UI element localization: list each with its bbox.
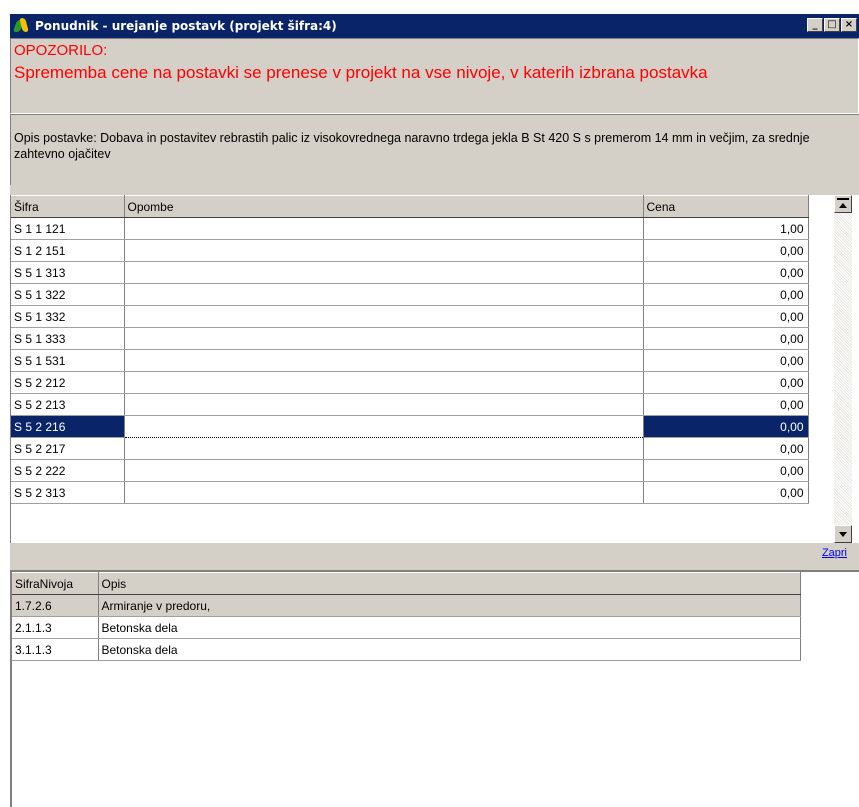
table-row[interactable]: S 5 2 217 0,00: [11, 437, 809, 460]
cell-cena[interactable]: 0,00: [643, 349, 809, 372]
table-row[interactable]: S 5 1 322 0,00: [11, 283, 809, 306]
window-title: Ponudnik - urejanje postavk (projekt šif…: [35, 19, 337, 33]
cell-opombe[interactable]: [124, 349, 644, 372]
scroll-top-line-icon: [837, 198, 849, 200]
column-header-opombe[interactable]: Opombe: [124, 195, 644, 218]
cell-sifra[interactable]: S 5 2 212: [11, 371, 125, 394]
cell-opombe[interactable]: [124, 415, 644, 438]
cell-sifra[interactable]: S 5 1 322: [11, 283, 125, 306]
app-window: Ponudnik - urejanje postavk (projekt šif…: [10, 14, 859, 807]
cell-cena[interactable]: 0,00: [643, 261, 809, 284]
cell-opis[interactable]: Armiranje v predoru,: [98, 594, 801, 617]
levels-grid: SifraNivoja Opis 1.7.2.6 Armiranje v pred…: [10, 570, 859, 807]
close-link[interactable]: Zapri: [822, 547, 847, 559]
cell-opombe[interactable]: [124, 217, 644, 240]
cell-cena[interactable]: 0,00: [643, 283, 809, 306]
cell-sifra[interactable]: S 1 1 121: [11, 217, 125, 240]
item-description: Opis postavke: Dobava in postavitev rebr…: [14, 131, 810, 161]
table-row[interactable]: S 5 2 313 0,00: [11, 481, 809, 504]
cell-opombe[interactable]: [124, 261, 644, 284]
title-bar[interactable]: Ponudnik - urejanje postavk (projekt šif…: [10, 14, 859, 38]
warning-heading: OPOZORILO:: [14, 42, 108, 59]
column-header-cena[interactable]: Cena: [643, 195, 809, 218]
close-button[interactable]: ×: [841, 18, 857, 32]
cell-opis[interactable]: Betonska dela: [98, 616, 801, 639]
column-header-sifra[interactable]: Šifra: [11, 195, 125, 218]
cell-sifra[interactable]: S 1 2 151: [11, 239, 125, 262]
cell-cena[interactable]: 0,00: [643, 459, 809, 482]
cell-cena[interactable]: 0,00: [643, 327, 809, 350]
table-row[interactable]: S 5 1 333 0,00: [11, 327, 809, 350]
cell-sifra[interactable]: S 5 1 531: [11, 349, 125, 372]
cell-cena[interactable]: 1,00: [643, 217, 809, 240]
warning-panel: OPOZORILO: Sprememba cene na postavki se…: [10, 38, 859, 114]
table-row[interactable]: S 5 2 222 0,00: [11, 459, 809, 482]
cell-sifra[interactable]: S 5 2 216: [11, 415, 125, 438]
cell-cena[interactable]: 0,00: [643, 393, 809, 416]
cell-opombe[interactable]: [124, 481, 644, 504]
column-header-opis[interactable]: Opis: [98, 572, 801, 595]
close-bar: Zapri: [10, 543, 859, 565]
scroll-up-button[interactable]: [834, 195, 852, 213]
table-row[interactable]: S 5 1 531 0,00: [11, 349, 809, 372]
table-row[interactable]: S 5 2 216 0,00: [11, 415, 809, 438]
cell-sifra[interactable]: S 5 2 313: [11, 481, 125, 504]
cell-cena[interactable]: 0,00: [643, 481, 809, 504]
table-row[interactable]: S 5 1 332 0,00: [11, 305, 809, 328]
table-row[interactable]: S 5 2 212 0,00: [11, 371, 809, 394]
table-row[interactable]: 2.1.1.3 Betonska dela: [12, 616, 801, 639]
maximize-button[interactable]: □: [824, 18, 840, 32]
cell-sifra[interactable]: S 5 1 332: [11, 305, 125, 328]
scroll-down-button[interactable]: [834, 525, 852, 543]
cell-sifra[interactable]: S 5 2 217: [11, 437, 125, 460]
app-logo-icon: [12, 17, 31, 35]
cell-opombe[interactable]: [124, 283, 644, 306]
cell-sifra[interactable]: S 5 2 213: [11, 393, 125, 416]
cell-cena[interactable]: 0,00: [643, 415, 809, 438]
table-row[interactable]: S 5 2 213 0,00: [11, 393, 809, 416]
items-grid: Šifra Opombe Cena S 1 1 121 1,00 S 1 2 151…: [10, 195, 859, 543]
cell-sifranivoja[interactable]: 3.1.1.3: [12, 638, 99, 661]
cell-cena[interactable]: 0,00: [643, 239, 809, 262]
minimize-button[interactable]: _: [807, 18, 823, 32]
table-row[interactable]: 3.1.1.3 Betonska dela: [12, 638, 801, 661]
cell-opombe[interactable]: [124, 327, 644, 350]
items-scrollbar[interactable]: [834, 195, 852, 543]
cell-opombe[interactable]: [124, 437, 644, 460]
cell-cena[interactable]: 0,00: [643, 305, 809, 328]
description-panel: Opis postavke: Dobava in postavitev rebr…: [10, 114, 859, 185]
table-row[interactable]: S 1 2 151 0,00: [11, 239, 809, 262]
table-row[interactable]: S 5 1 313 0,00: [11, 261, 809, 284]
arrow-up-icon: [839, 203, 847, 208]
cell-sifranivoja[interactable]: 2.1.1.3: [12, 616, 99, 639]
cell-sifra[interactable]: S 5 1 313: [11, 261, 125, 284]
column-header-sifranivoja[interactable]: SifraNivoja: [12, 572, 99, 595]
cell-sifra[interactable]: S 5 2 222: [11, 459, 125, 482]
warning-message: Sprememba cene na postavki se prenese v …: [14, 63, 708, 82]
table-row[interactable]: 1.7.2.6 Armiranje v predoru,: [12, 594, 801, 617]
cell-cena[interactable]: 0,00: [643, 437, 809, 460]
cell-opis[interactable]: Betonska dela: [98, 638, 801, 661]
cell-opombe[interactable]: [124, 305, 644, 328]
table-row[interactable]: S 1 1 121 1,00: [11, 217, 809, 240]
cell-opombe[interactable]: [124, 459, 644, 482]
cell-cena[interactable]: 0,00: [643, 371, 809, 394]
cell-sifra[interactable]: S 5 1 333: [11, 327, 125, 350]
cell-opombe[interactable]: [124, 239, 644, 262]
cell-opombe[interactable]: [124, 371, 644, 394]
arrow-down-icon: [839, 532, 847, 537]
cell-sifranivoja[interactable]: 1.7.2.6: [12, 594, 99, 617]
cell-opombe[interactable]: [124, 393, 644, 416]
